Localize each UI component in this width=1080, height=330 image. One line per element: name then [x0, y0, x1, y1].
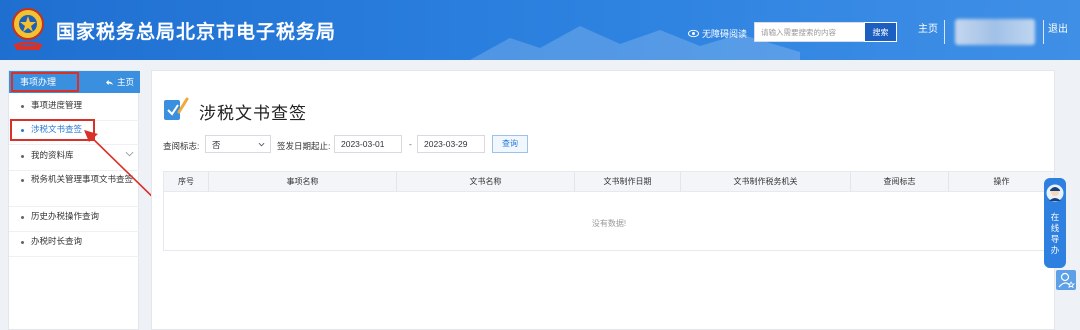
column-header: 操作 [948, 172, 1054, 192]
bullet-dot [21, 105, 24, 108]
back-arrow-icon [105, 79, 113, 85]
sidebar-header: 事项办理 主页 [9, 71, 140, 93]
review-flag-select[interactable]: 否 [205, 135, 271, 153]
bullet-dot [21, 241, 24, 244]
logout-link[interactable]: 退出 [1048, 20, 1068, 35]
guide-char: 在 [1050, 212, 1060, 222]
sidebar-item-label: 我的资料库 [31, 150, 74, 160]
site-title: 国家税务总局北京市电子税务局 [56, 22, 337, 43]
blurred-user-name [955, 19, 1035, 45]
sidebar-title[interactable]: 事项办理 [11, 72, 79, 92]
document-check-icon [164, 97, 189, 120]
column-header: 查阅标志 [850, 172, 948, 192]
header-divider [1043, 20, 1044, 44]
online-guide-button[interactable]: 在 线 导 办 [1044, 178, 1066, 268]
main-panel: 涉税文书查签 查阅标志: 否 签发日期起止: 2023-03-01 - 2023… [151, 70, 1055, 330]
search-input[interactable]: 请输入需要搜索的内容 [754, 22, 866, 42]
user-star-icon [1058, 272, 1076, 289]
column-header: 文书名称 [396, 172, 574, 192]
header-home-link[interactable]: 主页 [918, 20, 938, 35]
sidebar-item-duration[interactable]: 办税时长查询 [9, 235, 140, 257]
table-header: 序号 事项名称 文书名称 文书制作日期 文书制作税务机关 查阅标志 操作 [164, 172, 1054, 192]
top-header: 国家税务总局北京市电子税务局 无障碍阅读 请输入需要搜索的内容 搜索 主页 退出 [0, 0, 1080, 60]
issue-date-label: 签发日期起止: [277, 141, 331, 151]
guide-char: 导 [1050, 234, 1060, 244]
end-date-input[interactable]: 2023-03-29 [417, 135, 485, 153]
sidebar-item-label: 办税时长查询 [31, 236, 83, 246]
sidebar-item-history[interactable]: 历史办税操作查询 [9, 210, 140, 232]
column-header: 序号 [178, 177, 194, 186]
eye-icon [688, 29, 699, 38]
bullet-dot [21, 155, 24, 158]
sidebar-item-label: 事项进度管理 [31, 100, 83, 110]
query-button[interactable]: 查询 [492, 135, 528, 153]
accessibility-link[interactable]: 无障碍阅读 [688, 27, 747, 40]
bullet-dot [21, 216, 24, 219]
tax-emblem-icon [12, 8, 44, 50]
guide-char: 办 [1050, 245, 1060, 255]
mountain-decoration [470, 26, 800, 60]
sidebar-home-label: 主页 [116, 77, 134, 87]
documents-table: 序号 事项名称 文书名称 文书制作日期 文书制作税务机关 查阅标志 操作 没有数… [163, 171, 1055, 251]
column-header: 文书制作税务机关 [680, 172, 850, 192]
review-flag-value: 否 [212, 140, 221, 150]
empty-state-text: 没有数据! [591, 219, 627, 228]
online-guide-label: 在 线 导 办 [1044, 212, 1066, 256]
review-flag-label: 查阅标志: [163, 141, 200, 151]
chevron-down-icon [258, 142, 265, 147]
sidebar-home-link[interactable]: 主页 [105, 76, 134, 88]
agent-avatar-icon [1046, 184, 1064, 202]
column-header: 事项名称 [208, 172, 396, 192]
accessibility-label: 无障碍阅读 [702, 29, 748, 39]
header-divider [944, 20, 945, 44]
user-star-button[interactable] [1056, 270, 1076, 290]
sidebar-item-progress[interactable]: 事项进度管理 [9, 99, 140, 121]
date-separator: - [409, 139, 412, 149]
column-header: 文书制作日期 [574, 172, 680, 192]
search-button[interactable]: 搜索 [864, 22, 897, 42]
bullet-dot [21, 179, 24, 182]
guide-char: 线 [1050, 223, 1060, 233]
page-title: 涉税文书查签 [199, 104, 307, 123]
start-date-input[interactable]: 2023-03-01 [334, 135, 402, 153]
